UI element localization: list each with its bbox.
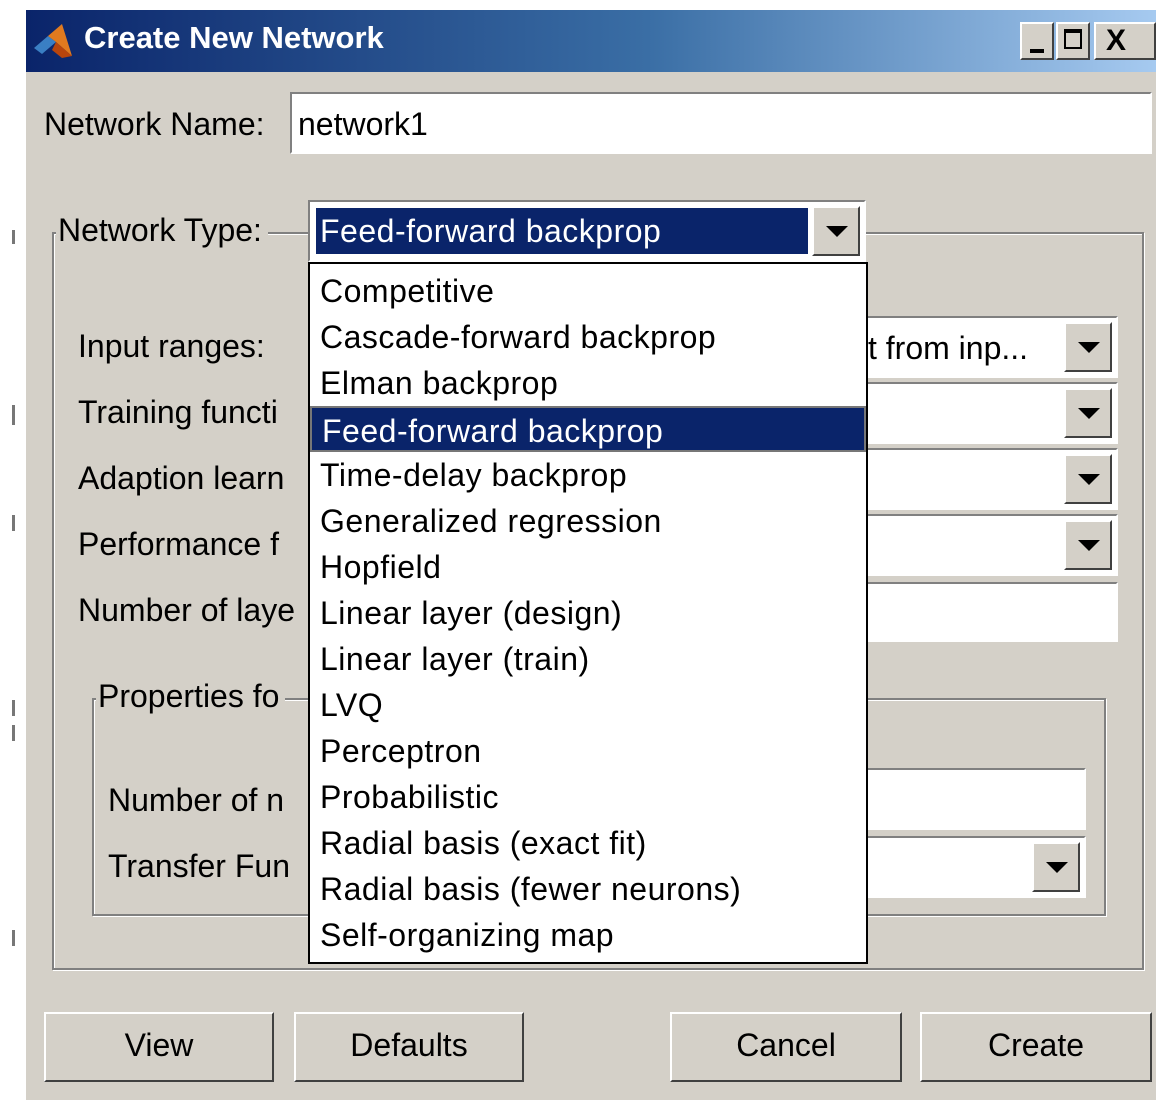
transfer-function-select[interactable]	[856, 836, 1086, 898]
background-mark	[12, 725, 15, 741]
chevron-down-icon	[1078, 540, 1100, 551]
network-type-options-list[interactable]: Competitive Cascade-forward backprop Elm…	[308, 262, 868, 964]
network-type-option[interactable]: Perceptron	[310, 728, 482, 774]
network-type-option[interactable]: Cascade-forward backprop	[310, 314, 716, 360]
performance-function-label: Performance f	[78, 526, 279, 562]
number-of-layers-label: Number of laye	[78, 592, 295, 628]
chevron-down-icon	[1078, 474, 1100, 485]
transfer-function-label: Transfer Fun	[108, 848, 290, 884]
window-title: Create New Network	[84, 20, 384, 55]
minimize-icon	[1030, 49, 1044, 53]
performance-function-dropdown-button[interactable]	[1064, 520, 1112, 570]
properties-label: Properties fo	[96, 678, 286, 715]
view-button[interactable]: View	[44, 1012, 274, 1082]
transfer-function-dropdown-button[interactable]	[1032, 842, 1080, 892]
network-type-selected-value: Feed-forward backprop	[316, 208, 808, 254]
input-ranges-value: t from inp...	[868, 330, 1029, 366]
maximize-icon	[1064, 29, 1082, 49]
input-ranges-select[interactable]: t from inp...	[856, 316, 1118, 378]
network-type-option[interactable]: Linear layer (design)	[310, 590, 622, 636]
number-of-layers-input[interactable]	[856, 582, 1118, 642]
network-name-value: network1	[298, 106, 428, 142]
cancel-button[interactable]: Cancel	[670, 1012, 902, 1082]
network-type-option-selected[interactable]: Feed-forward backprop	[310, 406, 866, 452]
chevron-down-icon	[1046, 862, 1068, 873]
adaption-learning-dropdown-button[interactable]	[1064, 454, 1112, 504]
network-type-dropdown-button[interactable]	[812, 206, 860, 256]
background-window-strip	[0, 0, 26, 1100]
background-mark	[12, 930, 15, 946]
adaption-learning-label: Adaption learn	[78, 460, 285, 496]
training-function-label: Training functi	[78, 394, 278, 430]
create-button[interactable]: Create	[920, 1012, 1152, 1082]
network-type-option[interactable]: Competitive	[310, 268, 494, 314]
create-network-dialog: Create New Network X Network Name: netwo…	[26, 10, 1156, 1100]
background-mark	[12, 405, 15, 425]
network-name-label: Network Name:	[44, 106, 265, 142]
network-type-option[interactable]: Time-delay backprop	[310, 452, 627, 498]
chevron-down-icon	[1078, 408, 1100, 419]
background-mark	[12, 515, 15, 531]
close-icon: X	[1106, 24, 1127, 57]
title-bar[interactable]: Create New Network X	[26, 10, 1156, 72]
minimize-button[interactable]	[1020, 22, 1054, 60]
network-type-option[interactable]: Linear layer (train)	[310, 636, 590, 682]
network-type-option[interactable]: Radial basis (fewer neurons)	[310, 866, 741, 912]
number-of-neurons-label: Number of n	[108, 782, 285, 818]
background-mark	[12, 700, 15, 716]
close-button[interactable]: X	[1094, 22, 1156, 60]
network-type-option[interactable]: Self-organizing map	[310, 912, 614, 958]
chevron-down-icon	[1078, 342, 1100, 353]
network-name-input[interactable]: network1	[290, 92, 1152, 154]
network-type-label: Network Type:	[56, 212, 268, 249]
input-ranges-dropdown-button[interactable]	[1064, 322, 1112, 372]
network-type-option[interactable]: Probabilistic	[310, 774, 499, 820]
training-function-dropdown-button[interactable]	[1064, 388, 1112, 438]
network-type-option[interactable]: Generalized regression	[310, 498, 662, 544]
matlab-logo-icon	[34, 24, 72, 58]
performance-function-select[interactable]	[856, 514, 1118, 576]
defaults-button[interactable]: Defaults	[294, 1012, 524, 1082]
maximize-button[interactable]	[1056, 22, 1090, 60]
network-type-select[interactable]: Feed-forward backprop	[308, 200, 866, 262]
chevron-down-icon	[826, 226, 848, 237]
input-ranges-label: Input ranges:	[78, 328, 265, 364]
training-function-select[interactable]	[856, 382, 1118, 444]
number-of-neurons-input[interactable]	[856, 768, 1086, 830]
adaption-learning-select[interactable]	[856, 448, 1118, 510]
background-mark	[12, 230, 15, 244]
network-type-option[interactable]: Elman backprop	[310, 360, 558, 406]
network-type-option[interactable]: Hopfield	[310, 544, 441, 590]
network-type-option[interactable]: Radial basis (exact fit)	[310, 820, 647, 866]
network-type-option[interactable]: LVQ	[310, 682, 383, 728]
